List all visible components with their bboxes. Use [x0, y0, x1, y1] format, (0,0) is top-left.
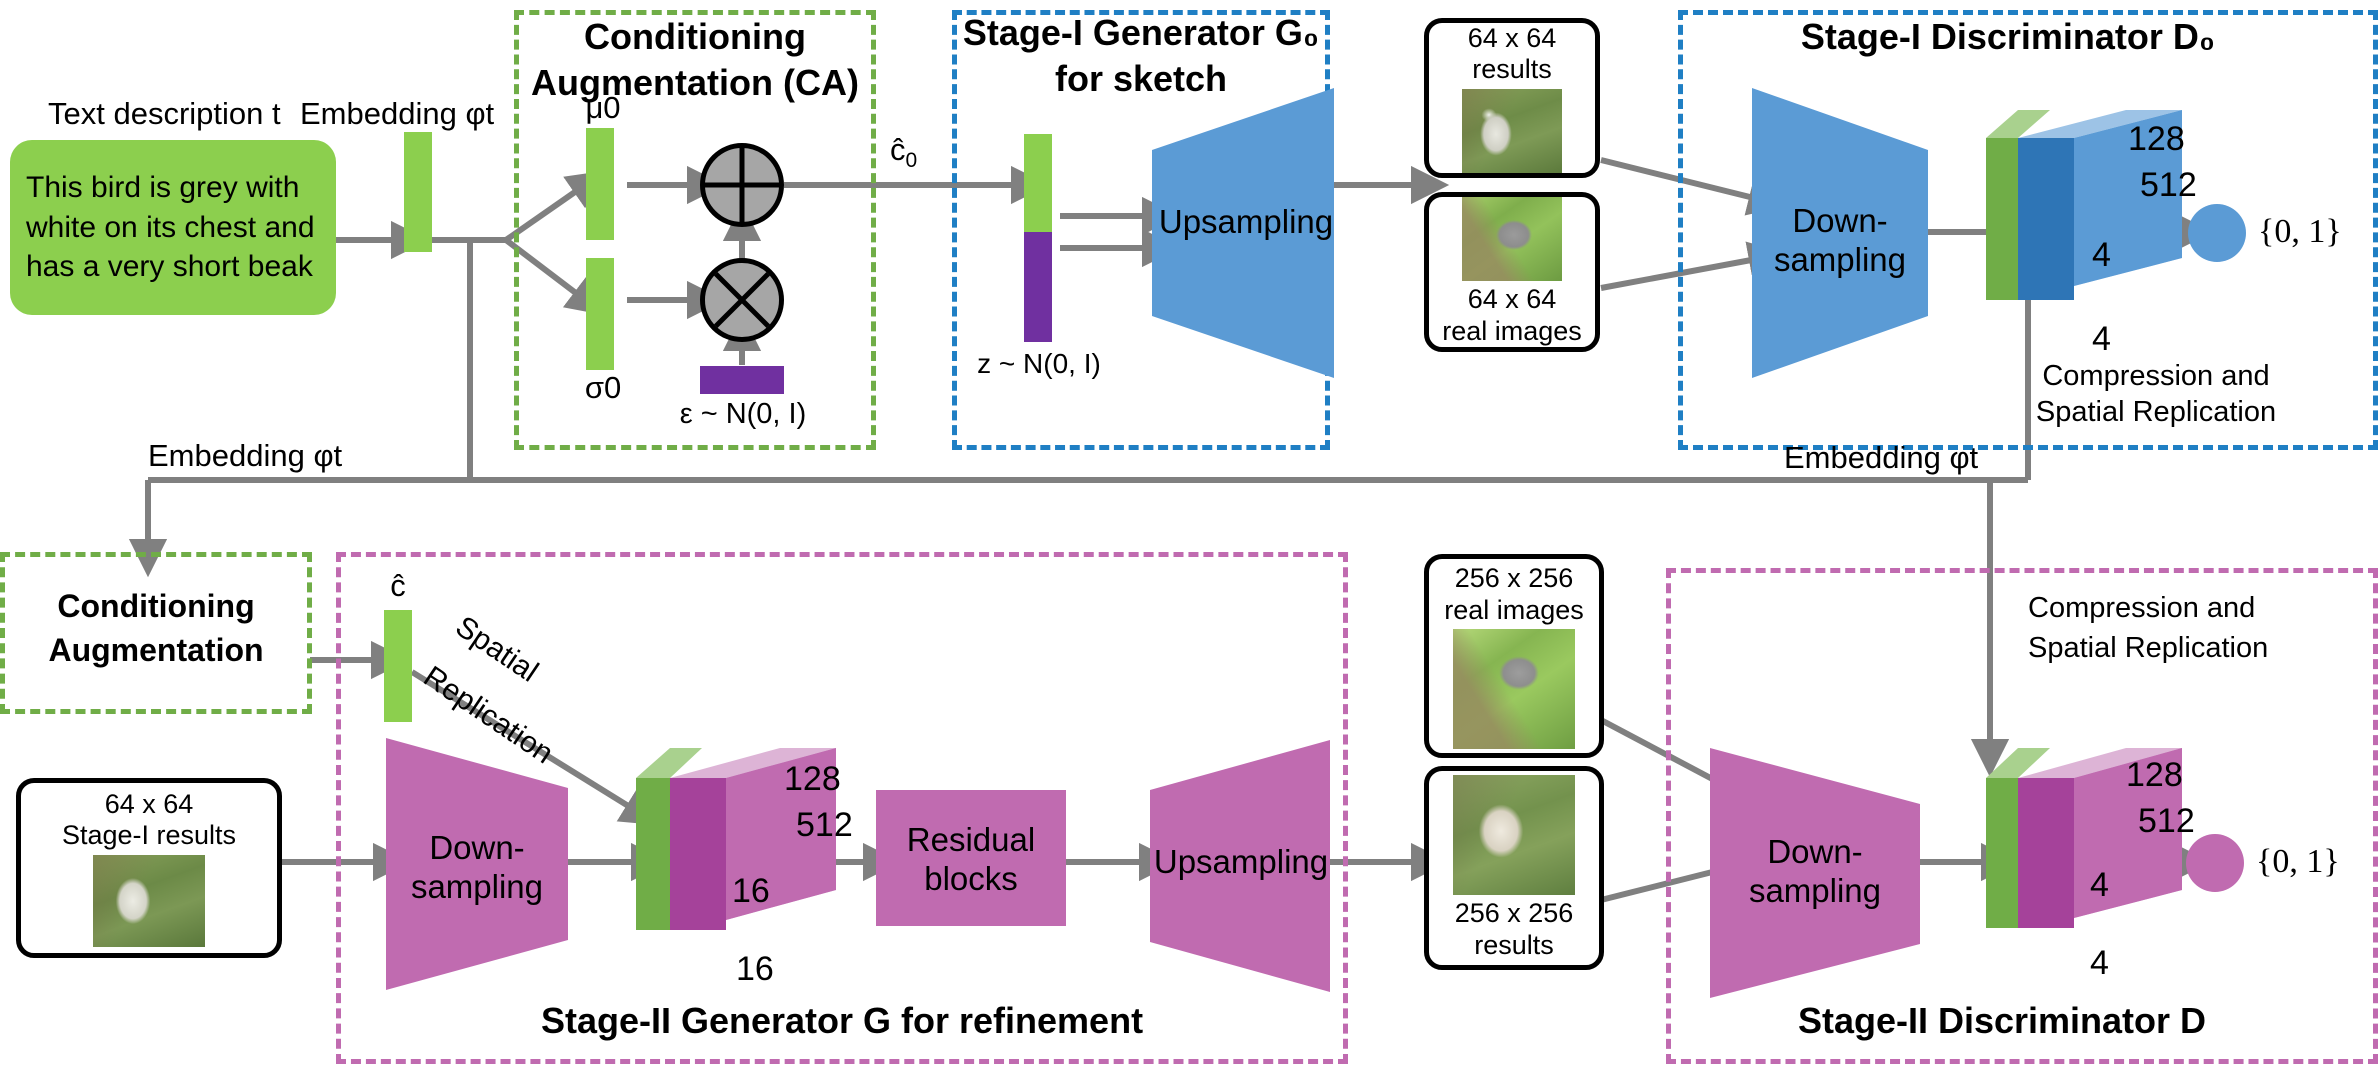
- stage2-disc-cube-height-label: 4: [2090, 866, 2109, 904]
- stage2-generator-title: Stage-II Generator G for refinement: [540, 1000, 1144, 1041]
- stage2-disc-cube-channels-label: 512: [2138, 802, 2195, 840]
- chat0-label: ĉ0: [890, 132, 918, 173]
- stage2-disc-downsampling-label: Down- sampling: [1710, 830, 1920, 914]
- stage1-results-line2: results: [1472, 54, 1552, 85]
- stage1-real-thumbnail: [1462, 197, 1562, 282]
- stage1-downsampling-line1: Down-: [1792, 202, 1888, 240]
- stage2-downsampling-line2: sampling: [410, 868, 544, 905]
- epsilon-label: ε ~ N(0, I): [679, 398, 807, 430]
- stage1-cube-height-label: 4: [2092, 236, 2111, 274]
- stage2-input-card: 64 x 64 Stage-I results: [16, 778, 282, 958]
- stage1-real-card: 64 x 64 real images: [1424, 192, 1600, 352]
- stage2-input-line1: 64 x 64: [104, 788, 194, 819]
- sigma0-bar: [586, 258, 614, 370]
- stage2-output-node: [2186, 834, 2244, 892]
- stage1-gen-noise-bar: [1024, 232, 1052, 342]
- epsilon-bar: [700, 366, 784, 394]
- stage1-cube-depth-label: 128: [2128, 120, 2185, 158]
- plus-operator-icon: [700, 143, 784, 227]
- stage2-input-line2: Stage-I results: [61, 820, 237, 850]
- stage2-chat-bar: [384, 610, 412, 722]
- residual-blocks-label: Residual blocks: [876, 820, 1066, 900]
- multiply-operator-icon: [700, 258, 784, 342]
- stage2-real-card: 256 x 256 real images: [1424, 554, 1604, 758]
- stage2-ca-title-line1: Conditioning: [57, 588, 255, 624]
- stage2-gen-cube-width-label: 16: [736, 950, 774, 988]
- stage2-results-line2: results: [1474, 929, 1554, 960]
- stage1-results-card: 64 x 64 results: [1424, 18, 1600, 178]
- stage2-compression-caption-line2: Spatial Replication: [2028, 632, 2269, 664]
- stage1-real-line2: real images: [1442, 315, 1582, 346]
- stage1-compression-caption-line2: Spatial Replication: [2035, 396, 2277, 428]
- embedding-bar: [404, 132, 432, 252]
- stage2-gen-cube-channels-label: 512: [796, 806, 853, 844]
- stage2-upsampling-label: Upsampling: [1153, 842, 1329, 880]
- sigma0-label: σ0: [584, 370, 622, 405]
- stage1-gen-condition-bar: [1024, 134, 1052, 232]
- residual-line1: Residual: [906, 821, 1036, 859]
- architecture-diagram: Conditioning Augmentation (CA) Text desc…: [0, 0, 2378, 1070]
- stage1-compression-caption-line1: Compression and: [2042, 360, 2270, 392]
- stage2-input-thumbnail: [93, 855, 205, 948]
- stage2-downsampling-label: Down- sampling: [386, 828, 568, 908]
- chat-label: ĉ: [390, 568, 406, 603]
- text-description-label: Text description t: [48, 96, 281, 131]
- stage2-output-label: {0, 1}: [2256, 843, 2340, 880]
- embedding-label-middle-left: Embedding φt: [148, 438, 343, 473]
- stage2-disc-down-line1: Down-: [1767, 833, 1863, 871]
- stage1-downsampling-label: Down- sampling: [1752, 196, 1928, 286]
- stage2-downsampling-line1: Down-: [429, 829, 525, 867]
- stage2-disc-cube-width-label: 4: [2090, 944, 2109, 982]
- stage2-results-thumbnail: [1453, 775, 1575, 896]
- stage2-results-card: 256 x 256 results: [1424, 766, 1604, 970]
- stage1-cube-channels-label: 512: [2140, 166, 2197, 204]
- stage1-discriminator-title: Stage-I Discriminator D₀: [1800, 16, 2216, 57]
- stage1-output-label: {0, 1}: [2258, 213, 2342, 250]
- stage1-upsampling-label: Upsampling: [1158, 202, 1334, 240]
- stage1-results-line1: 64 x 64: [1467, 23, 1557, 53]
- stage2-discriminator-title: Stage-II Discriminator D: [1797, 1000, 2207, 1041]
- stage1-results-thumbnail: [1462, 88, 1562, 173]
- stage2-real-line2: real images: [1444, 594, 1584, 625]
- text-description-bubble: This bird is grey with white on its ches…: [10, 140, 336, 315]
- stage2-ca-title-line2: Augmentation: [48, 632, 264, 668]
- stage2-real-line1: 256 x 256: [1454, 563, 1574, 594]
- stage2-compression-caption-line1: Compression and: [2028, 592, 2256, 624]
- stage1-cube-width-label: 4: [2092, 320, 2111, 358]
- mu0-label: μ0: [585, 90, 621, 125]
- stage2-disc-cube-depth-label: 128: [2126, 756, 2183, 794]
- text-description-value: This bird is grey with white on its ches…: [26, 171, 315, 284]
- stage2-real-thumbnail: [1453, 628, 1575, 749]
- stage2-gen-cube-height-label: 16: [732, 872, 770, 910]
- stage1-ca-title-line2: Augmentation (CA): [531, 62, 859, 103]
- residual-line2: blocks: [924, 860, 1018, 897]
- stage1-output-node: [2188, 204, 2246, 262]
- stage1-generator-title-text: Stage-I Generator G₀: [962, 12, 1320, 53]
- stage2-disc-down-line2: sampling: [1748, 872, 1882, 909]
- stage1-generator-title-line1: Stage-I Generator G₀: [952, 12, 1330, 53]
- stage1-downsampling-line2: sampling: [1773, 241, 1907, 278]
- stage1-ca-title-line1: Conditioning: [584, 16, 806, 57]
- stage2-results-line1: 256 x 256: [1454, 898, 1574, 929]
- mu0-bar: [586, 128, 614, 240]
- z-noise-label: z ~ N(0, I): [977, 348, 1101, 379]
- embedding-label-middle-right: Embedding φt: [1784, 440, 1979, 475]
- stage1-real-line1: 64 x 64: [1467, 284, 1557, 315]
- embedding-label-top: Embedding φt: [300, 96, 495, 131]
- stage2-gen-cube-depth-label: 128: [784, 760, 841, 798]
